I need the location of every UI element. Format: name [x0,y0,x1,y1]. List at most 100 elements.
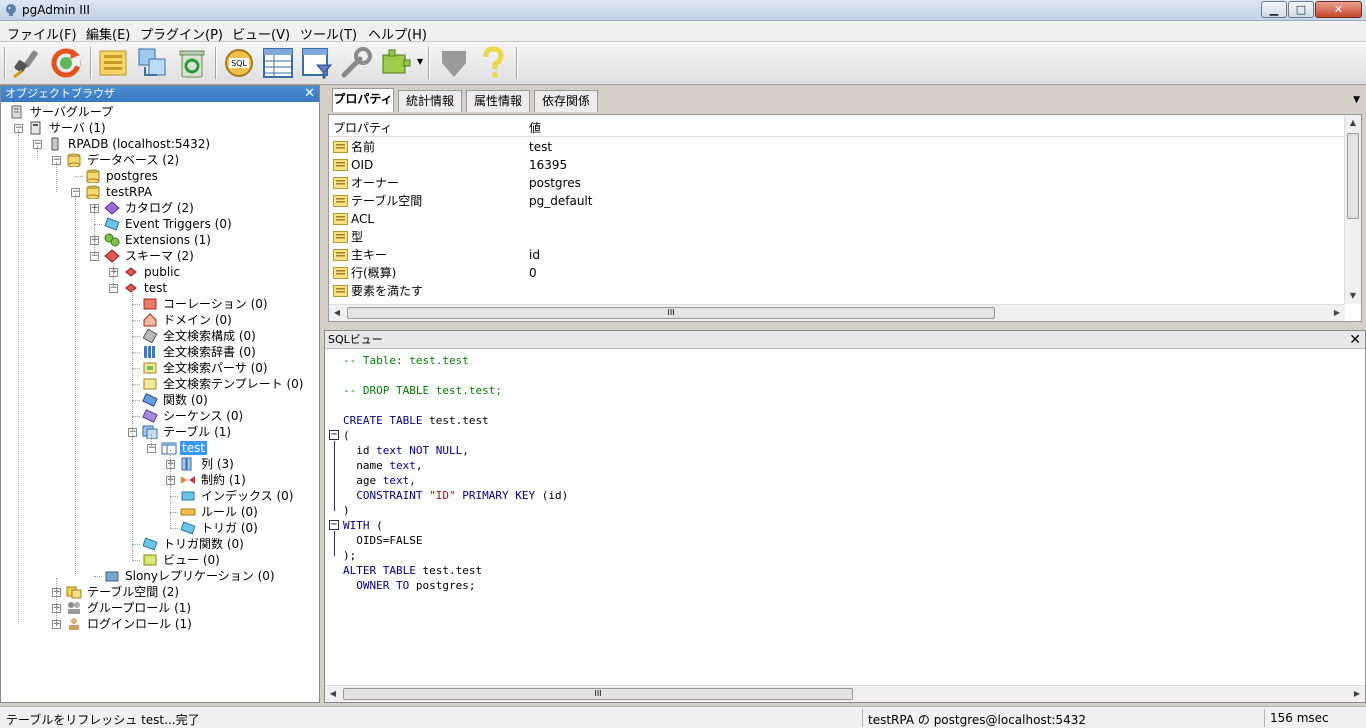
tree-node-login-roles[interactable]: ログインロール (1) [66,616,194,632]
tree-node-triggers[interactable]: トリガ (0) [180,520,260,536]
property-row[interactable]: テーブル空間 pg_default [329,192,1344,210]
menu-help[interactable]: ヘルプ(H) [368,24,427,43]
maintenance-button[interactable] [338,45,374,81]
tree-node-schema-test[interactable]: test [123,280,169,296]
guru-hint-button[interactable] [436,45,472,81]
tab-attributes[interactable]: 属性情報 [466,90,530,112]
tree-node-schemas[interactable]: スキーマ (2) [104,248,196,264]
tree-node-label: ルール (0) [201,505,258,519]
scroll-thumb[interactable]: III [343,688,853,700]
login-role-icon [69,618,79,630]
property-row[interactable]: 行(概算) 0 [329,264,1344,282]
tab-statistics[interactable]: 統計情報 [398,90,462,112]
tree-node-trigger-functions[interactable]: トリガ関数 (0) [142,536,246,552]
properties-vertical-scrollbar[interactable]: ▲ ▼ [1344,115,1361,304]
column-header-property[interactable]: プロパティ [333,119,392,136]
tree-connector [132,320,140,321]
plugins-button[interactable] [377,45,413,81]
tree-node-tables[interactable]: テーブル (1) [142,424,233,440]
properties-horizontal-scrollbar[interactable]: ◀ III ▶ [329,304,1345,321]
close-button[interactable]: ✕ [1315,1,1362,18]
sql-horizontal-scrollbar[interactable]: ◀ III ▶ [325,685,1365,702]
menu-view[interactable]: ビュー(V) [232,24,290,43]
property-icon [333,141,348,153]
menu-plugins[interactable]: プラグイン(P) [140,24,223,43]
tree-node-fts-parsers[interactable]: 全文検索パーサ (0) [142,360,270,376]
scroll-up-arrow[interactable]: ▲ [1345,115,1361,131]
tree-node-domains[interactable]: ドメイン (0) [142,312,234,328]
filter-data-button[interactable] [299,45,335,81]
properties-button[interactable] [96,45,132,81]
tree-node-indexes[interactable]: インデックス (0) [180,488,295,504]
code-fold-toggle[interactable]: − [329,520,339,530]
tree-node-tablespaces[interactable]: テーブル空間 (2) [66,584,181,600]
tree-node-catalogs[interactable]: カタログ (2) [104,200,196,216]
object-browser-close-button[interactable]: ✕ [304,86,315,102]
tree-node-functions[interactable]: 関数 (0) [142,392,210,408]
sql-query-button[interactable]: SQL [221,45,257,81]
scroll-down-arrow[interactable]: ▼ [1345,288,1361,304]
create-icon [138,48,166,76]
menu-edit[interactable]: 編集(E) [86,24,130,43]
tree-node-databases[interactable]: データベース (2) [66,152,181,168]
maximize-button[interactable]: □ [1288,1,1314,18]
tree-node-extensions[interactable]: Extensions (1) [104,232,213,248]
delete-button[interactable] [174,45,210,81]
tree-node-server-group[interactable]: サーバグループ [9,104,115,120]
column-header-value[interactable]: 値 [529,119,541,136]
tree-connector [132,368,140,369]
menu-tools[interactable]: ツール(T) [300,24,357,43]
create-object-button[interactable] [135,45,171,81]
tree-node-servers[interactable]: サーバ (1) [28,120,108,136]
scroll-right-arrow[interactable]: ▶ [1349,686,1365,702]
menu-file[interactable]: ファイル(F) [7,24,77,43]
tree-node-database-postgres[interactable]: postgres [85,168,160,184]
tree-node-table-test[interactable]: test [161,440,208,456]
connect-button[interactable] [10,45,46,81]
code-fold-toggle[interactable]: − [329,430,339,440]
tree-node-constraints[interactable]: 制約 (1) [180,472,248,488]
tree-node-event-triggers[interactable]: Event Triggers (0) [104,216,234,232]
sql-view-title: SQLビュー [328,333,383,346]
tree-node-fts-configurations[interactable]: 全文検索構成 (0) [142,328,258,344]
tree-node-rules[interactable]: ルール (0) [180,504,260,520]
tree-node-group-roles[interactable]: グループロール (1) [66,600,193,616]
tree-node-collations[interactable]: コーレーション (0) [142,296,270,312]
tabs-menu-button[interactable]: ▼ [1353,95,1360,105]
refresh-button[interactable] [48,45,84,81]
property-row[interactable]: オーナー postgres [329,174,1344,192]
sql-view-close-button[interactable]: ✕ [1349,331,1361,349]
tab-dependencies[interactable]: 依存関係 [534,90,598,112]
tree-node-fts-dictionaries[interactable]: 全文検索辞書 (0) [142,344,258,360]
property-row[interactable]: 名前 test [329,138,1344,156]
view-data-button[interactable] [260,45,296,81]
tree-node-slony-replication[interactable]: Slonyレプリケーション (0) [104,568,277,584]
tree-node-label: public [144,265,181,279]
sql-line: CONSTRAINT "ID" PRIMARY KEY (id) [356,489,569,502]
minimize-button[interactable]: ▁ [1261,1,1287,18]
tree-node-schema-public[interactable]: public [123,264,182,280]
tree-node-label: 列 (3) [201,457,234,471]
tree-node-fts-templates[interactable]: 全文検索テンプレート (0) [142,376,305,392]
scroll-left-arrow[interactable]: ◀ [329,305,345,321]
tree-node-rpadb-server[interactable]: RPADB (localhost:5432) [47,136,212,152]
sql-editor[interactable]: -- Table: test.test -- DROP TABLE test.te… [325,349,1365,685]
scroll-thumb[interactable]: III [347,307,995,319]
property-row[interactable]: 要素を満たす [329,282,1344,300]
tree-node-views[interactable]: ビュー (0) [142,552,222,568]
property-row[interactable]: ACL [329,210,1344,228]
property-row[interactable]: 型 [329,228,1344,246]
group-role-icon [68,602,80,614]
help-button[interactable] [475,45,511,81]
property-row[interactable]: 主キー id [329,246,1344,264]
properties-icon [99,50,127,76]
tree-node-columns[interactable]: 列 (3) [180,456,236,472]
plugins-dropdown-arrow[interactable]: ▼ [417,57,423,66]
scroll-thumb[interactable] [1347,133,1359,219]
scroll-right-arrow[interactable]: ▶ [1329,305,1345,321]
tree-node-sequences[interactable]: シーケンス (0) [142,408,245,424]
tree-node-database-testrpa[interactable]: testRPA [85,184,154,200]
tab-properties[interactable]: プロパティ [332,88,394,112]
scroll-left-arrow[interactable]: ◀ [325,686,341,702]
property-row[interactable]: OID 16395 [329,156,1344,174]
